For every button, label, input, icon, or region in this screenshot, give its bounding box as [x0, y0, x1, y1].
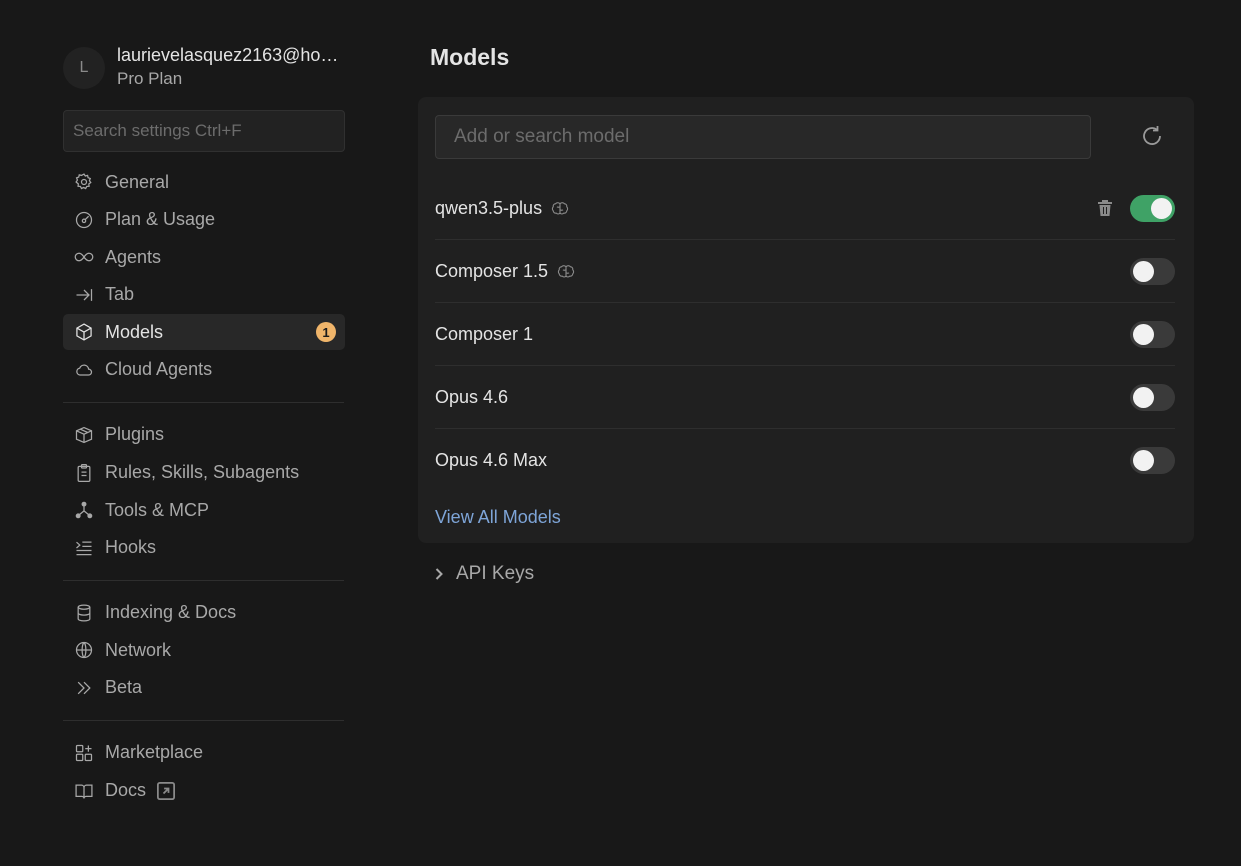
- nav-item-label: Indexing & Docs: [105, 602, 237, 623]
- nav-item-label: Marketplace: [105, 742, 204, 763]
- nav-item-network[interactable]: Network: [63, 632, 345, 668]
- nav-item-label: Hooks: [105, 537, 157, 558]
- model-name: qwen3.5-plus: [435, 198, 543, 218]
- nav-item-models[interactable]: Models 1: [63, 314, 345, 351]
- globe-icon: [73, 639, 95, 661]
- nav-item-marketplace[interactable]: Marketplace: [63, 735, 345, 771]
- package-icon: [73, 424, 95, 446]
- model-row-opus-4-6: Opus 4.6: [435, 366, 1175, 429]
- nav-item-plugins[interactable]: Plugins: [63, 417, 345, 453]
- model-row-opus-4-6-max: Opus 4.6 Max: [435, 429, 1175, 492]
- toggle-knob: [1133, 387, 1154, 408]
- account-info: laurievelasquez2163@hotmail.com Pro Plan: [117, 44, 339, 92]
- nav-item-cloud-agents[interactable]: Cloud Agents: [63, 352, 345, 388]
- nav-item-label: Agents: [105, 246, 162, 267]
- chevron-right-icon: [435, 568, 443, 580]
- chevrons-right-icon: [73, 677, 95, 699]
- model-row-composer-1-5: Composer 1.5: [435, 240, 1175, 303]
- search-settings-input[interactable]: Search settings Ctrl+F: [63, 110, 345, 152]
- brain-icon: [551, 200, 569, 218]
- nav-item-docs[interactable]: Docs: [63, 773, 345, 809]
- model-toggle[interactable]: [1130, 384, 1175, 411]
- api-keys-section-toggle[interactable]: API Keys: [432, 563, 534, 585]
- gauge-icon: [73, 209, 95, 231]
- nav-item-label: Network: [105, 639, 172, 660]
- nav-item-label: Tools & MCP: [105, 499, 210, 520]
- nav-item-label: Docs: [105, 780, 147, 801]
- external-link-icon: [157, 781, 176, 800]
- delete-model-button[interactable]: [1097, 199, 1113, 217]
- avatar: L: [63, 47, 105, 89]
- api-keys-label: API Keys: [456, 563, 535, 584]
- account-plan: Pro Plan: [117, 69, 183, 88]
- toggle-knob: [1133, 261, 1154, 282]
- cloud-icon: [73, 359, 95, 381]
- nav-item-label: Plan & Usage: [105, 209, 216, 230]
- nav-item-agents[interactable]: Agents: [63, 239, 345, 275]
- arrow-to-line-icon: [73, 284, 95, 306]
- settings-sidebar: L laurievelasquez2163@hotmail.com Pro Pl…: [63, 42, 345, 810]
- cube-icon: [73, 321, 95, 343]
- nav-divider: [63, 579, 344, 581]
- trash-icon: [1098, 200, 1112, 216]
- model-toggle[interactable]: [1130, 258, 1175, 285]
- page-title: Models: [430, 44, 510, 70]
- view-all-models-link[interactable]: View All Models: [435, 507, 561, 528]
- nav-item-label: Plugins: [105, 424, 165, 445]
- model-row-composer-1: Composer 1: [435, 303, 1175, 366]
- models-card: qwen3.5-plus Composer 1.5 Composer 1 O: [418, 97, 1194, 543]
- model-search-input[interactable]: [435, 115, 1091, 159]
- database-icon: [73, 602, 95, 624]
- nav-item-plan-usage[interactable]: Plan & Usage: [63, 202, 345, 238]
- grid-plus-icon: [73, 742, 95, 764]
- nav-divider: [63, 719, 344, 721]
- book-icon: [73, 780, 95, 802]
- nav-divider: [63, 401, 344, 403]
- nav-item-tab[interactable]: Tab: [63, 277, 345, 313]
- model-name: Opus 4.6 Max: [435, 450, 548, 470]
- account-header[interactable]: L laurievelasquez2163@hotmail.com Pro Pl…: [63, 42, 345, 94]
- model-name: Composer 1: [435, 324, 534, 344]
- nav-item-tools-mcp[interactable]: Tools & MCP: [63, 492, 345, 528]
- model-toggle[interactable]: [1130, 447, 1175, 474]
- nav-item-rules-skills-subagents[interactable]: Rules, Skills, Subagents: [63, 455, 345, 491]
- refresh-icon: [1143, 126, 1161, 145]
- refresh-button[interactable]: [1140, 124, 1166, 150]
- settings-nav: General Plan & Usage Agents Tab Models 1…: [63, 164, 345, 809]
- nav-item-hooks[interactable]: Hooks: [63, 530, 345, 566]
- model-toggle[interactable]: [1130, 195, 1175, 222]
- nav-item-general[interactable]: General: [63, 164, 345, 200]
- brain-icon: [557, 263, 575, 281]
- models-badge: 1: [316, 322, 336, 343]
- nav-item-label: Rules, Skills, Subagents: [105, 462, 300, 483]
- model-toggle[interactable]: [1130, 321, 1175, 348]
- nav-item-indexing-docs[interactable]: Indexing & Docs: [63, 595, 345, 631]
- account-email: laurievelasquez2163@hotmail.com: [117, 45, 339, 65]
- model-name: Composer 1.5: [435, 261, 549, 281]
- toggle-knob: [1133, 450, 1154, 471]
- nav-item-label: General: [105, 171, 170, 192]
- nav-item-label: Tab: [105, 284, 135, 305]
- list-indent-icon: [73, 537, 95, 559]
- nav-item-label: Beta: [105, 677, 143, 698]
- toggle-knob: [1151, 198, 1172, 219]
- toggle-knob: [1133, 324, 1154, 345]
- nav-item-label: Cloud Agents: [105, 359, 213, 380]
- nav-item-label: Models: [105, 321, 164, 342]
- infinity-icon: [73, 246, 95, 268]
- clipboard-icon: [73, 462, 95, 484]
- model-name: Opus 4.6: [435, 387, 509, 407]
- nodes-icon: [73, 499, 95, 521]
- gear-icon: [73, 171, 95, 193]
- nav-item-beta[interactable]: Beta: [63, 670, 345, 706]
- model-row-qwen3-5-plus: qwen3.5-plus: [435, 177, 1175, 240]
